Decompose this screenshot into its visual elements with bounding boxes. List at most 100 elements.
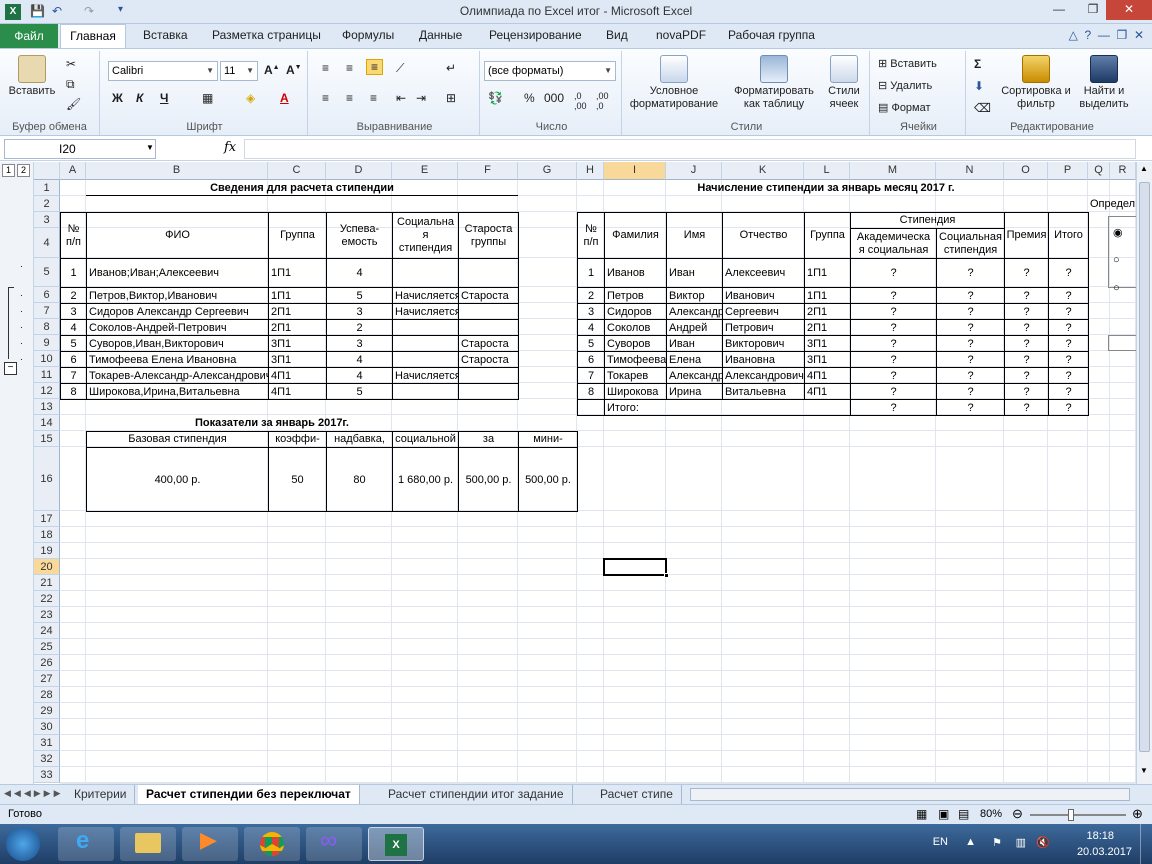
left-head-cell[interactable]	[458, 258, 519, 288]
tray-expand-icon[interactable]: ▲	[965, 836, 976, 848]
sheet-tab-stipend-4[interactable]: Расчет стипе	[592, 785, 682, 804]
calc-cell[interactable]: ?	[1004, 258, 1049, 288]
format-cells-button[interactable]: ▤ Формат	[878, 101, 931, 114]
indicator-value[interactable]: 80	[326, 447, 393, 512]
column-header-i[interactable]: I	[604, 162, 666, 180]
header-fio[interactable]: ФИО	[86, 212, 269, 259]
row-header-15[interactable]: 15	[34, 431, 60, 447]
maximize-button[interactable]: ❐	[1076, 0, 1110, 20]
left-social-cell[interactable]	[392, 319, 459, 336]
right-first-cell[interactable]: Иван	[666, 335, 723, 352]
left-head-cell[interactable]: Староста	[458, 335, 519, 352]
radio-option-icon[interactable]: ○	[1113, 282, 1120, 294]
calc-cell[interactable]: ?	[1048, 383, 1089, 400]
indicators-title[interactable]: Показатели за январь 2017г.	[86, 415, 458, 431]
row-header-25[interactable]: 25	[34, 639, 60, 655]
row-header-30[interactable]: 30	[34, 719, 60, 735]
calc-cell[interactable]: ?	[850, 287, 937, 304]
row-header-28[interactable]: 28	[34, 687, 60, 703]
column-header-l[interactable]: L	[804, 162, 850, 180]
tab-review[interactable]: Рецензирование	[489, 28, 582, 42]
left-num-cell[interactable]: 5	[60, 335, 87, 352]
column-header-o[interactable]: O	[1004, 162, 1048, 180]
row-header-17[interactable]: 17	[34, 511, 60, 527]
calc-cell[interactable]: ?	[1004, 287, 1049, 304]
percent-button[interactable]: %	[524, 91, 535, 105]
row-header-31[interactable]: 31	[34, 735, 60, 751]
row-header-21[interactable]: 21	[34, 575, 60, 591]
right-group-cell[interactable]: 1П1	[804, 258, 851, 288]
column-header-e[interactable]: E	[392, 162, 458, 180]
left-group-cell[interactable]: 1П1	[268, 287, 327, 304]
row-header-32[interactable]: 32	[34, 751, 60, 767]
left-num-cell[interactable]: 2	[60, 287, 87, 304]
left-fio-cell[interactable]: Тимофеева Елена Ивановна	[86, 351, 269, 368]
row-header-5[interactable]: 5	[34, 258, 60, 287]
left-social-cell[interactable]	[392, 351, 459, 368]
radio-option-icon[interactable]: ○	[1113, 254, 1120, 266]
zoom-in-icon[interactable]: ⊕	[1132, 806, 1143, 822]
left-head-cell[interactable]	[458, 383, 519, 400]
calc-cell[interactable]: ?	[936, 383, 1005, 400]
right-last-cell[interactable]: Иванов	[604, 258, 667, 288]
radio-option-icon[interactable]: ◉	[1113, 226, 1123, 239]
row-header-1[interactable]: 1	[34, 180, 60, 196]
language-indicator[interactable]: EN	[933, 836, 948, 848]
right-num-cell[interactable]: 4	[577, 319, 605, 336]
increase-decimal-icon[interactable]: ,0,00	[574, 91, 587, 111]
left-fio-cell[interactable]: Суворов,Иван,Викторович	[86, 335, 269, 352]
sheet-tab-stipend-final[interactable]: Расчет стипендии итог задание	[380, 785, 573, 804]
left-head-cell[interactable]: Староста	[458, 287, 519, 304]
calc-cell[interactable]: ?	[1048, 303, 1089, 320]
start-button-icon[interactable]	[6, 827, 40, 861]
indicator-header[interactable]: Премия мини-мальная	[518, 431, 578, 448]
calc-cell[interactable]: ?	[1004, 319, 1049, 336]
indicator-value[interactable]: 400,00 р.	[86, 447, 269, 512]
left-progress-cell[interactable]: 4	[326, 367, 393, 384]
clock-date[interactable]: 20.03.2017	[1077, 846, 1132, 858]
left-num-cell[interactable]: 1	[60, 258, 87, 288]
shrink-font-icon[interactable]: A▼	[286, 63, 302, 77]
indicator-header[interactable]: Базовая стипендия	[86, 431, 269, 448]
row-header-22[interactable]: 22	[34, 591, 60, 607]
right-num-cell[interactable]: 5	[577, 335, 605, 352]
tab-formulas[interactable]: Формулы	[342, 28, 394, 42]
calc-cell[interactable]: ?	[850, 351, 937, 368]
left-social-cell[interactable]	[392, 383, 459, 400]
header-head[interactable]: Староста группы	[458, 212, 519, 259]
row-header-19[interactable]: 19	[34, 543, 60, 559]
row-header-9[interactable]: 9	[34, 335, 60, 351]
side-control-box[interactable]	[1108, 335, 1136, 351]
rheader-last[interactable]: Фамилия	[604, 212, 667, 259]
scroll-thumb[interactable]	[1139, 182, 1150, 752]
calc-cell[interactable]: ?	[1048, 335, 1089, 352]
fill-icon[interactable]: ⬇	[974, 79, 984, 93]
left-progress-cell[interactable]: 5	[326, 383, 393, 400]
formula-input[interactable]	[244, 139, 1136, 159]
left-group-cell[interactable]: 3П1	[268, 335, 327, 352]
left-head-cell[interactable]	[458, 303, 519, 320]
right-group-cell[interactable]: 2П1	[804, 319, 851, 336]
row-header-29[interactable]: 29	[34, 703, 60, 719]
autosum-button[interactable]: Σ	[974, 57, 981, 71]
right-patr-cell[interactable]: Александрович	[722, 367, 805, 384]
total-calc-cell[interactable]: ?	[936, 399, 1005, 416]
right-first-cell[interactable]: Иван	[666, 258, 723, 288]
left-num-cell[interactable]: 7	[60, 367, 87, 384]
right-last-cell[interactable]: Токарев	[604, 367, 667, 384]
outline-collapse-button[interactable]: −	[4, 362, 17, 375]
right-num-cell[interactable]: 7	[577, 367, 605, 384]
row-header-23[interactable]: 23	[34, 607, 60, 623]
scroll-down-icon[interactable]: ▼	[1140, 766, 1148, 775]
indicator-header[interactable]: Районный коэффи-циент,%	[268, 431, 327, 448]
increase-indent-icon[interactable]: ⇥	[416, 91, 426, 105]
right-last-cell[interactable]: Широкова	[604, 383, 667, 400]
chrome-icon[interactable]	[244, 827, 300, 861]
left-num-cell[interactable]: 4	[60, 319, 87, 336]
right-group-cell[interactable]: 4П1	[804, 367, 851, 384]
column-header-c[interactable]: C	[268, 162, 326, 180]
column-header-q[interactable]: Q	[1088, 162, 1110, 180]
calc-cell[interactable]: ?	[850, 258, 937, 288]
excel-taskbar-icon[interactable]: X	[368, 827, 424, 861]
page-break-view-icon[interactable]: ▤	[958, 807, 969, 821]
